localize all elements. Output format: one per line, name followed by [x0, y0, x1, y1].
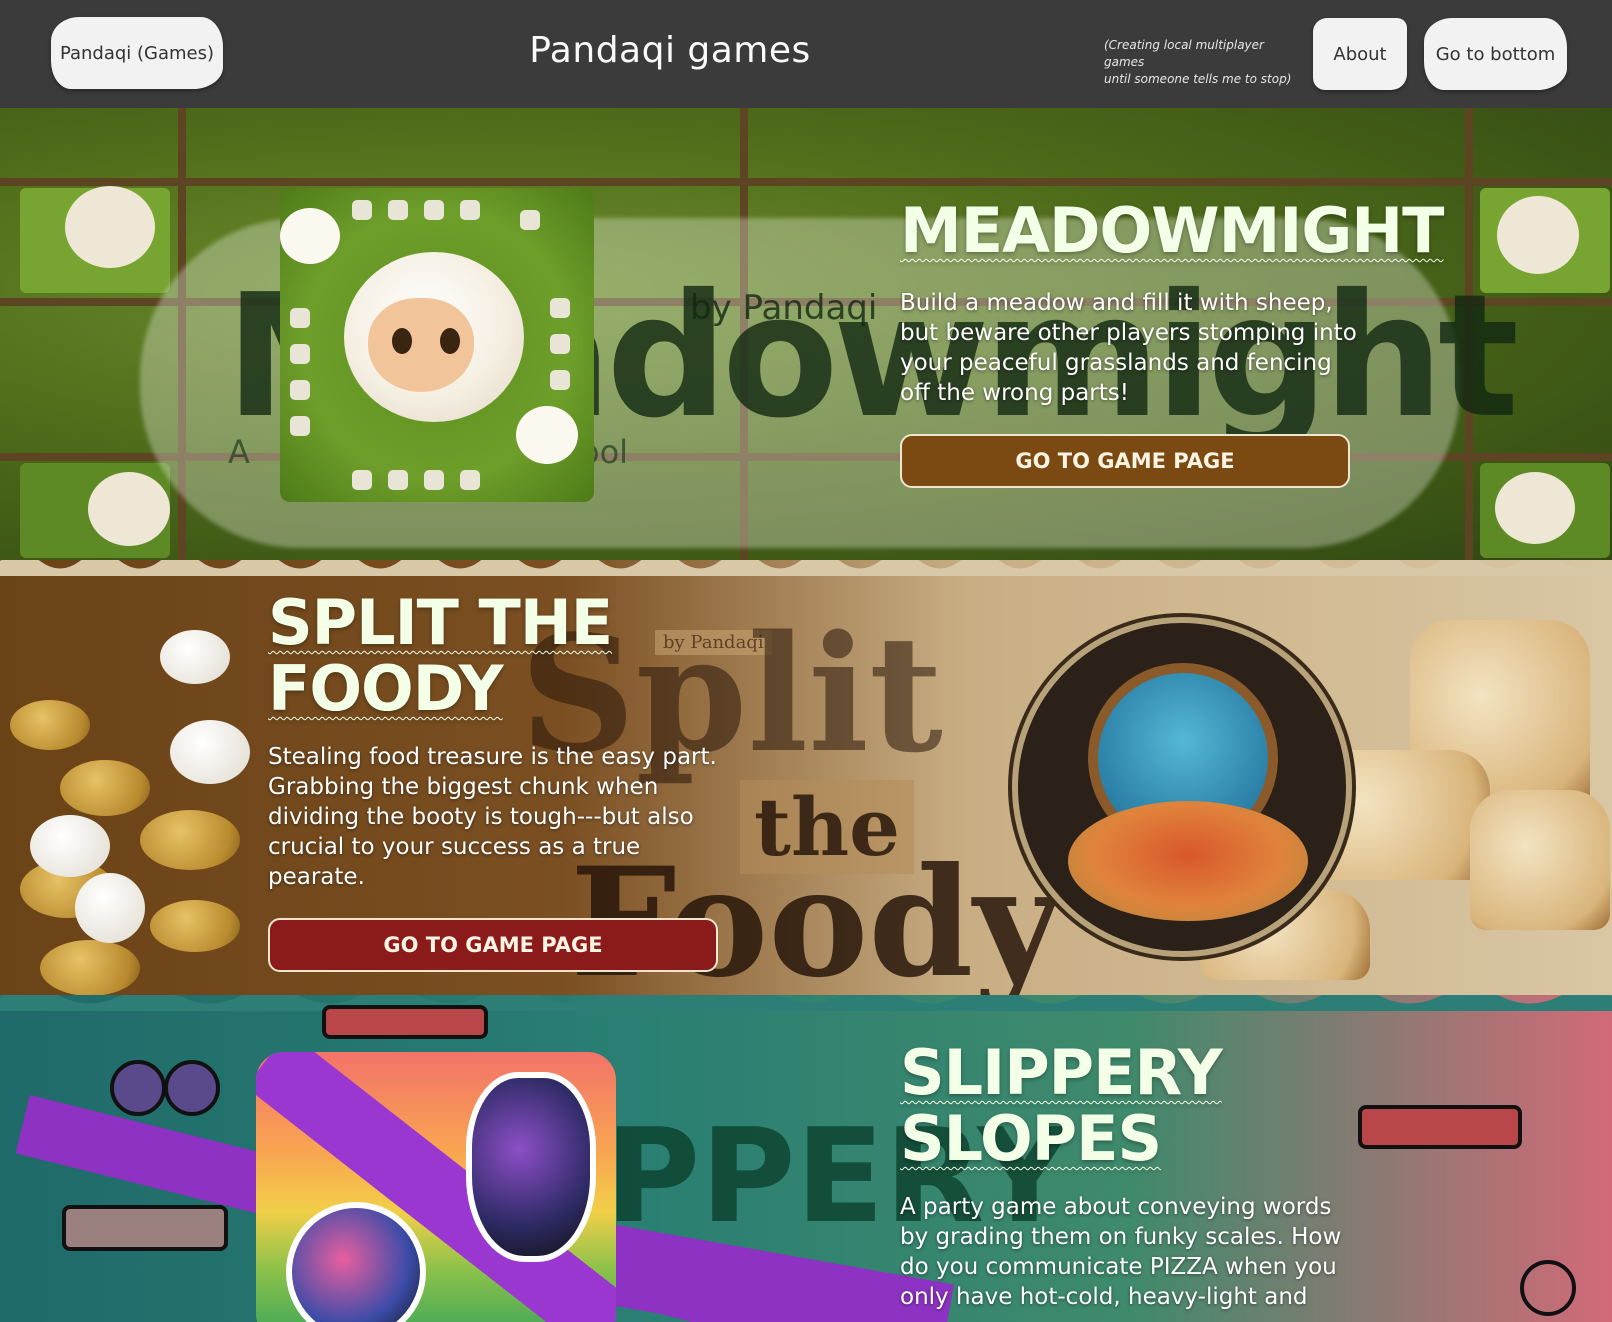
- fence-line: [0, 178, 1612, 186]
- sheep-token-icon: [1495, 472, 1575, 544]
- eye-ring-icon: [164, 1060, 220, 1116]
- elephant-icon: [466, 1072, 596, 1262]
- section-divider-wave: [0, 560, 1612, 576]
- section-divider-wave: [0, 995, 1612, 1011]
- game-description: Stealing food treasure is the easy part.…: [268, 744, 717, 890]
- egg-icon: [75, 873, 145, 943]
- game-title-line-1: SLIPPERY: [900, 1036, 1223, 1109]
- slippery-slopes-card-image: [256, 1052, 616, 1322]
- scale-bar-icon: [1358, 1105, 1522, 1149]
- tagline-line-2: until someone tells me to stop): [1104, 72, 1292, 86]
- home-button[interactable]: Pandaqi (Games): [51, 17, 223, 89]
- coin-icon: [40, 940, 140, 996]
- coin-icon: [150, 900, 240, 952]
- meadowmight-game-page-button[interactable]: GO TO GAME PAGE: [900, 434, 1350, 488]
- game-section-slippery-slopes: PPERY SLIPPERY SLOPES A party game about…: [0, 995, 1612, 1322]
- meadowmight-card-image: [280, 188, 594, 502]
- game-description: A party game about conveying words by gr…: [900, 1194, 1342, 1310]
- split-the-foody-game-page-button[interactable]: GO TO GAME PAGE: [268, 918, 718, 972]
- pizza-icon: [1068, 801, 1308, 921]
- scale-bar-icon: [322, 1005, 488, 1039]
- scale-bar-icon: [62, 1205, 228, 1251]
- game-section-split-the-foody: by Pandaqi Split the Foody SPLIT THE FOO…: [0, 560, 1612, 1020]
- coin-icon: [10, 700, 90, 750]
- site-tagline: (Creating local multiplayer games until …: [1104, 37, 1304, 88]
- split-the-foody-medallion-image: [1012, 617, 1352, 957]
- egg-icon: [170, 720, 250, 784]
- eye-ring-icon: [110, 1060, 166, 1116]
- game-title-line-1: SPLIT THE: [268, 586, 613, 659]
- ring-icon: [1520, 1260, 1576, 1316]
- tagline-line-1: (Creating local multiplayer games: [1104, 38, 1264, 69]
- logo-subtitle-art: A: [228, 433, 250, 471]
- sheep-token-icon: [88, 472, 170, 546]
- bread-icon: [1470, 790, 1610, 930]
- cloud-icon: [280, 208, 340, 264]
- site-title: Pandaqi games: [529, 30, 811, 71]
- logo-byline-art: by Pandaqi: [690, 288, 878, 328]
- game-title-line-2: FOODY: [268, 652, 504, 725]
- egg-icon: [30, 815, 110, 877]
- site-header: Pandaqi (Games) Pandaqi games (Creating …: [0, 0, 1612, 108]
- sheep-token-icon: [65, 186, 155, 268]
- meadowmight-info: MEADOWMIGHT Build a meadow and fill it w…: [900, 194, 1444, 488]
- coin-icon: [60, 760, 150, 816]
- slippery-slopes-info: SLIPPERY SLOPES A party game about conve…: [900, 1040, 1360, 1312]
- split-the-foody-info: SPLIT THE FOODY Stealing food treasure i…: [268, 590, 728, 972]
- coin-icon: [140, 810, 240, 870]
- game-section-meadowmight: Meadowmight by Pandaqi A ool MEADOWMIGHT…: [0, 108, 1612, 568]
- about-button[interactable]: About: [1313, 18, 1407, 90]
- elephant-icon: [286, 1202, 426, 1322]
- game-description: Build a meadow and fill it with sheep, b…: [900, 290, 1357, 406]
- egg-icon: [160, 630, 230, 684]
- game-title: MEADOWMIGHT: [900, 194, 1444, 267]
- cloud-icon: [516, 406, 578, 464]
- game-title-line-2: SLOPES: [900, 1102, 1162, 1175]
- go-to-bottom-button[interactable]: Go to bottom: [1424, 18, 1567, 90]
